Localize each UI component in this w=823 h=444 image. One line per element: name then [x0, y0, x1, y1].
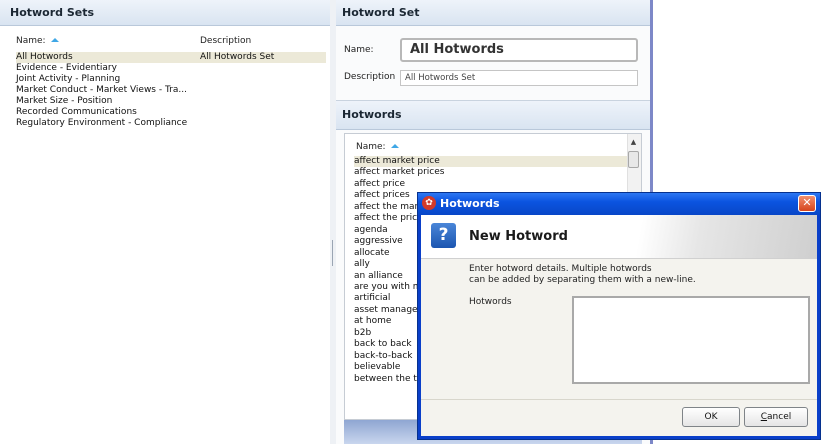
hotword-row[interactable]: affect price	[354, 179, 628, 190]
hotword-sets-title: Hotword Sets	[0, 0, 330, 26]
description-label: Description	[344, 72, 396, 82]
hotword-set-row[interactable]: Evidence - Evidentiary	[16, 63, 326, 74]
hotword-set-name: Recorded Communications	[16, 107, 137, 117]
help-icon: ?	[431, 223, 456, 248]
hotword-set-description: All Hotwords Set	[200, 52, 275, 62]
cancel-rest: ancel	[767, 412, 792, 422]
description-column-header[interactable]: Description	[200, 36, 251, 46]
name-column-label: Name:	[16, 36, 46, 46]
hotword-set-name: Market Size - Position	[16, 96, 113, 106]
hotword-set-name: Regulatory Environment - Compliance	[16, 118, 188, 128]
hotword-set-name: Joint Activity - Planning	[16, 74, 121, 84]
hotwords-title: Hotwords	[342, 108, 402, 121]
hotword-row[interactable]: affect market price	[354, 156, 628, 167]
scroll-up-arrow-icon[interactable]: ▲	[628, 137, 639, 147]
hotword-set-row[interactable]: Market Size - Position	[16, 96, 326, 107]
hotword-set-name: Market Conduct - Market Views - Tra...	[16, 85, 187, 95]
hotword-set-row[interactable]: Regulatory Environment - Compliance	[16, 118, 326, 129]
hotwords-name-column-label: Name:	[356, 142, 386, 152]
hotword-set-title: Hotword Set	[336, 0, 650, 26]
scroll-thumb[interactable]	[628, 151, 639, 168]
cancel-button[interactable]: Cancel	[744, 407, 808, 427]
ok-button[interactable]: OK	[682, 407, 740, 427]
hotword-set-row[interactable]: Recorded Communications	[16, 107, 326, 118]
hotword-sets-panel: Hotword Sets Name: Description All Hotwo…	[0, 0, 331, 444]
splitter-grip[interactable]	[332, 240, 333, 266]
hotword-set-name: Evidence - Evidentiary	[16, 63, 117, 73]
sort-ascending-icon	[50, 38, 59, 42]
dialog-heading: New Hotword	[469, 229, 568, 244]
dialog-description-line-1: Enter hotword details. Multiple hotwords	[469, 264, 652, 274]
app-icon: ✿	[422, 196, 436, 210]
hotwords-section-header: Hotwords	[336, 100, 650, 130]
close-icon[interactable]: ✕	[798, 195, 816, 212]
hotword-set-row[interactable]: All Hotwords All Hotwords Set	[16, 52, 326, 63]
sort-ascending-icon	[390, 144, 399, 148]
set-description-field[interactable]: All Hotwords Set	[400, 70, 638, 86]
name-column-header[interactable]: Name:	[16, 36, 59, 46]
hotword-row[interactable]: affect market prices	[354, 167, 628, 178]
hotwords-field-label: Hotwords	[469, 297, 512, 307]
hotword-set-row[interactable]: Joint Activity - Planning	[16, 74, 326, 85]
dialog-footer-divider	[421, 399, 817, 400]
dialog-description-line-2: can be added by separating them with a n…	[469, 275, 696, 285]
hotwords-name-column-header[interactable]: Name:	[356, 142, 399, 152]
hotword-set-name: All Hotwords	[16, 52, 73, 62]
name-label: Name:	[344, 45, 374, 55]
hotword-set-row[interactable]: Market Conduct - Market Views - Tra...	[16, 85, 326, 96]
set-name-field[interactable]: All Hotwords	[400, 38, 638, 62]
dialog-title: Hotwords	[440, 197, 500, 210]
hotwords-input[interactable]	[572, 296, 810, 384]
